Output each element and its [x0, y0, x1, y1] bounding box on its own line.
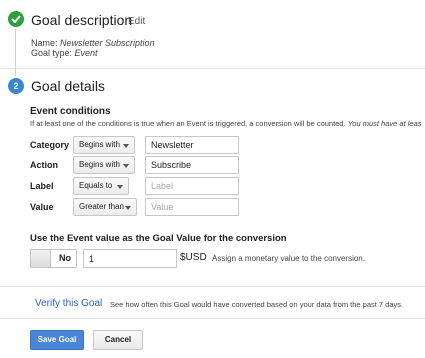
action-operator-value: Begins with	[79, 160, 120, 169]
goal-value-amount-input[interactable]	[83, 249, 177, 268]
category-operator-dropdown[interactable]: Begins with	[73, 136, 135, 154]
goal-type-line: Goal type: Event	[31, 48, 98, 59]
verify-goal-link[interactable]: Verify this Goal	[35, 298, 102, 309]
category-operator-value: Begins with	[79, 140, 120, 149]
action-label: Action	[30, 160, 58, 170]
step-number-badge: 2	[8, 78, 24, 94]
edit-goal-description-link[interactable]: Edit	[128, 16, 145, 27]
conditions-description-emphasis: You must have at leas	[347, 119, 422, 128]
section-divider	[0, 318, 425, 319]
event-conditions-heading: Event conditions	[30, 106, 111, 117]
section-divider	[0, 68, 425, 69]
save-goal-button[interactable]: Save Goal	[30, 330, 84, 350]
goal-name-value: Newsletter Subscription	[60, 38, 155, 48]
goal-value-heading: Use the Event value as the Goal Value fo…	[30, 233, 287, 244]
chevron-down-icon	[117, 185, 123, 189]
goal-details-title: Goal details	[31, 78, 105, 94]
event-conditions-description: If at least one of the conditions is tru…	[30, 119, 422, 128]
toggle-state-label: No	[59, 253, 71, 263]
label-label: Label	[30, 181, 54, 191]
value-value-input[interactable]	[145, 198, 239, 216]
value-operator-dropdown[interactable]: Greater than	[73, 198, 137, 216]
toggle-knob	[31, 250, 51, 267]
value-label: Value	[30, 202, 54, 212]
chevron-down-icon	[123, 144, 129, 148]
conditions-description-text: If at least one of the conditions is tru…	[30, 119, 346, 128]
label-operator-value: Equals to	[79, 181, 113, 190]
goal-type-value: Event	[74, 48, 98, 58]
step-complete-check-icon	[8, 11, 24, 27]
section-divider	[0, 286, 425, 287]
action-value-input[interactable]	[145, 156, 239, 174]
assign-value-hint: Assign a monetary value to the conversio…	[212, 254, 365, 263]
category-value-input[interactable]	[145, 136, 239, 154]
goal-description-title: Goal description	[31, 12, 133, 28]
goal-value-toggle[interactable]: No	[30, 249, 77, 268]
label-value-input[interactable]	[145, 177, 239, 195]
chevron-down-icon	[123, 164, 129, 168]
category-label: Category	[30, 140, 70, 150]
value-operator-value: Greater than	[79, 202, 124, 211]
action-operator-dropdown[interactable]: Begins with	[73, 156, 135, 174]
cancel-button[interactable]: Cancel	[93, 330, 143, 350]
goal-type-label: Goal type:	[31, 48, 73, 58]
label-operator-dropdown[interactable]: Equals to	[73, 177, 129, 195]
currency-label: $USD	[180, 252, 207, 263]
chevron-down-icon	[125, 206, 131, 210]
goal-name-label: Name:	[31, 38, 58, 48]
verify-goal-description: See how often this Goal would have conve…	[110, 300, 404, 309]
